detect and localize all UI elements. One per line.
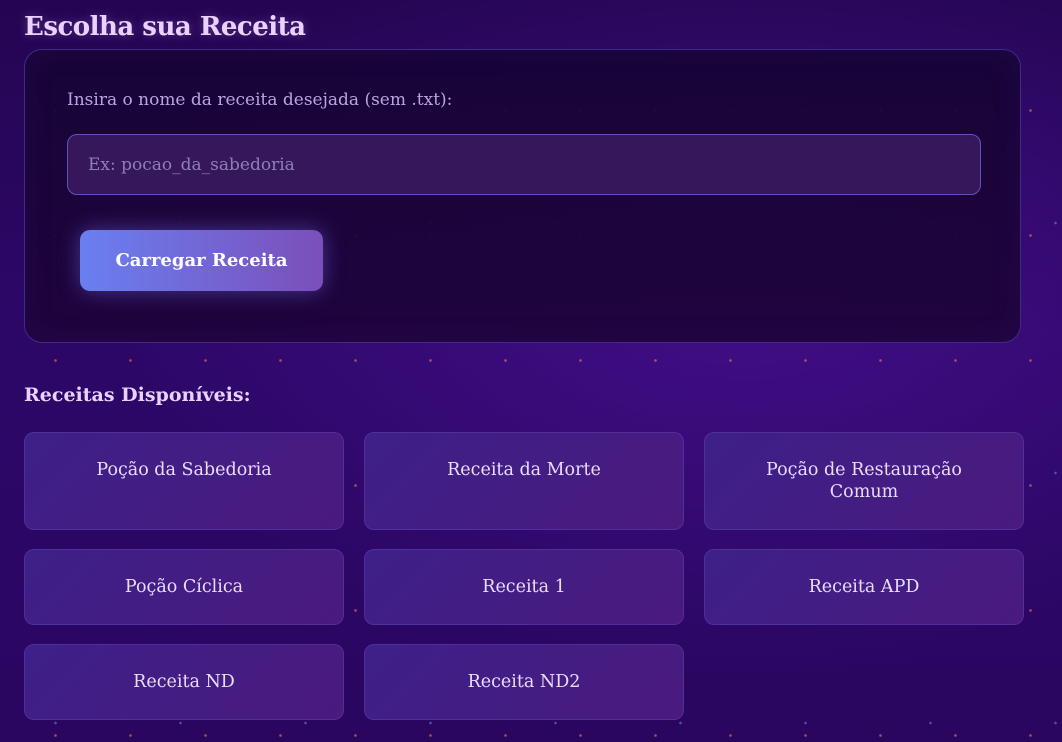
recipe-grid: Poção da Sabedoria Receita da Morte Poçã… <box>24 432 1024 720</box>
recipe-card[interactable]: Poção Cíclica <box>24 549 344 625</box>
recipe-card-label: Receita APD <box>808 577 920 597</box>
recipe-card-label: Receita 1 <box>482 577 566 597</box>
recipe-card-label: Poção da Sabedoria <box>96 460 272 480</box>
recipe-loader-panel: Insira o nome da receita desejada (sem .… <box>24 49 1021 343</box>
recipe-card[interactable]: Receita 1 <box>364 549 684 625</box>
load-recipe-button[interactable]: Carregar Receita <box>80 230 323 291</box>
recipe-card[interactable]: Receita ND2 <box>364 644 684 720</box>
page-title: Escolha sua Receita <box>24 12 306 42</box>
recipe-card-label: Receita ND2 <box>467 672 581 692</box>
recipe-card[interactable]: Poção da Sabedoria <box>24 432 344 530</box>
recipe-card-label: Receita da Morte <box>447 460 601 480</box>
recipe-name-input[interactable] <box>67 134 981 195</box>
recipe-name-label: Insira o nome da receita desejada (sem .… <box>67 90 453 110</box>
recipe-card[interactable]: Receita da Morte <box>364 432 684 530</box>
recipe-card[interactable]: Poção de Restauração Comum <box>704 432 1024 530</box>
recipe-card[interactable]: Receita ND <box>24 644 344 720</box>
recipe-card[interactable]: Receita APD <box>704 549 1024 625</box>
available-recipes-heading: Receitas Disponíveis: <box>24 384 251 406</box>
recipe-card-label: Receita ND <box>133 672 235 692</box>
recipe-card-label: Poção de Restauração Comum <box>766 460 962 502</box>
recipe-card-label: Poção Cíclica <box>124 577 244 597</box>
